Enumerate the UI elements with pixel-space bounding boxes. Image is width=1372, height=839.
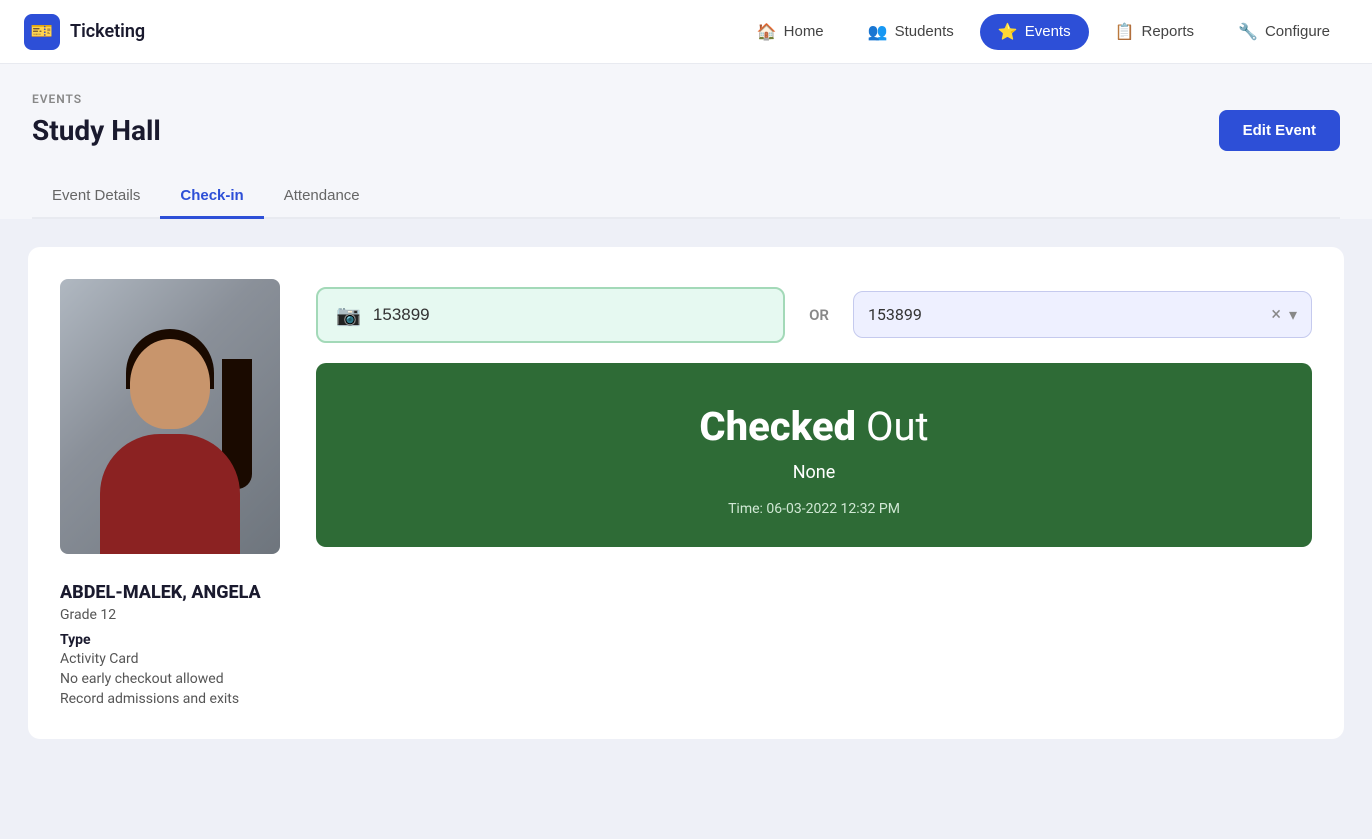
page-content: EVENTS Study Hall Edit Event Event Detai… [0, 64, 1372, 219]
portrait-body [100, 434, 240, 554]
checked-out-sub: None [340, 462, 1288, 483]
nav-home[interactable]: 🏠 Home [739, 14, 842, 50]
scan-input[interactable] [373, 305, 765, 325]
scan-row: 📷 OR 153899 × ▾ [316, 287, 1312, 343]
nav-reports[interactable]: 📋 Reports [1097, 14, 1212, 50]
select-value: 153899 [868, 305, 1263, 324]
home-icon: 🏠 [757, 22, 777, 42]
edit-event-button[interactable]: Edit Event [1219, 110, 1340, 151]
student-type-value: Activity Card [60, 651, 139, 667]
navbar: 🎫 Ticketing 🏠 Home 👥 Students ⭐ Events 📋… [0, 0, 1372, 64]
page-header: Study Hall Edit Event [32, 110, 1340, 151]
page-title: Study Hall [32, 114, 161, 147]
checked-out-title: Checked Out [340, 403, 1288, 450]
student-type: Type Activity Card [60, 629, 1312, 667]
configure-icon: 🔧 [1238, 22, 1258, 42]
main-panel: 📷 OR 153899 × ▾ Checked Out [0, 219, 1372, 839]
student-note-1: No early checkout allowed [60, 671, 1312, 687]
or-label: OR [809, 306, 829, 324]
student-grade: Grade 12 [60, 607, 1312, 623]
reports-icon: 📋 [1115, 22, 1135, 42]
app-title: Ticketing [70, 21, 145, 42]
breadcrumb: EVENTS [32, 92, 1340, 106]
camera-icon: 📷 [336, 303, 361, 327]
student-photo [60, 279, 280, 554]
student-type-label: Type [60, 632, 91, 648]
tabs: Event Details Check-in Attendance [32, 175, 1340, 219]
tab-event-details[interactable]: Event Details [32, 175, 160, 219]
nav-students[interactable]: 👥 Students [850, 14, 972, 50]
chevron-down-icon: ▾ [1289, 305, 1297, 324]
app-logo: 🎫 [24, 14, 60, 50]
checked-out-time: Time: 06-03-2022 12:32 PM [340, 501, 1288, 517]
events-icon: ⭐ [998, 22, 1018, 42]
checked-out-banner: Checked Out None Time: 06-03-2022 12:32 … [316, 363, 1312, 547]
checkin-inputs: 📷 OR 153899 × ▾ Checked Out [316, 287, 1312, 547]
student-name: ABDEL-MALEK, ANGELA [60, 582, 1312, 603]
student-note-2: Record admissions and exits [60, 691, 1312, 707]
tab-attendance[interactable]: Attendance [264, 175, 380, 219]
student-info: ABDEL-MALEK, ANGELA Grade 12 Type Activi… [60, 582, 1312, 707]
student-select-wrap[interactable]: 153899 × ▾ [853, 291, 1312, 338]
scan-input-wrap: 📷 [316, 287, 785, 343]
checkin-card: 📷 OR 153899 × ▾ Checked Out [28, 247, 1344, 739]
nav-events[interactable]: ⭐ Events [980, 14, 1089, 50]
tab-check-in[interactable]: Check-in [160, 175, 263, 219]
select-clear-button[interactable]: × [1271, 304, 1281, 325]
students-icon: 👥 [868, 22, 888, 42]
nav-configure[interactable]: 🔧 Configure [1220, 14, 1348, 50]
nav-items: 🏠 Home 👥 Students ⭐ Events 📋 Reports 🔧 C… [739, 14, 1348, 50]
brand: 🎫 Ticketing [24, 14, 145, 50]
out-label: Out [866, 403, 929, 450]
portrait-head [130, 339, 210, 429]
checkin-top: 📷 OR 153899 × ▾ Checked Out [60, 279, 1312, 554]
